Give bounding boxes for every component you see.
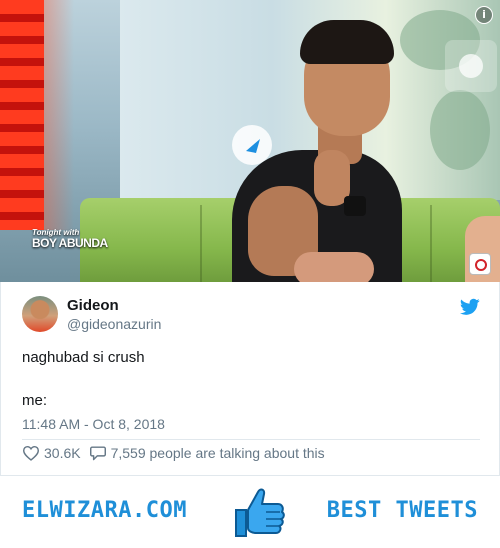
person-hair <box>300 20 394 64</box>
user-name[interactable]: Gideon <box>67 297 119 314</box>
footer-tagline: BEST TWEETS <box>326 498 478 523</box>
like-count: 30.6K <box>44 445 81 461</box>
like-button[interactable]: 30.6K <box>22 445 81 461</box>
avatar[interactable] <box>22 296 58 332</box>
tweet-timestamp[interactable]: 11:48 AM - Oct 8, 2018 <box>22 416 165 432</box>
talking-text: 7,559 people are talking about this <box>110 445 325 461</box>
tweet-media-image[interactable]: i Tonight with BOY ABUNDA <box>0 0 500 282</box>
thumbs-up-icon <box>235 488 285 537</box>
divider <box>22 439 480 440</box>
wristwatch <box>344 196 366 216</box>
tweet-card: Gideon @gideonazurin naghubad si crush m… <box>0 282 500 475</box>
translucent-button <box>445 40 497 92</box>
footer-site-name[interactable]: ELWIZARA.COM <box>22 498 187 523</box>
sofa-seam <box>200 205 202 282</box>
tweet-actions: 30.6K 7,559 people are talking about thi… <box>22 443 333 463</box>
sofa-seam <box>430 205 432 282</box>
other-person-hand <box>294 252 374 282</box>
tweet-text-line2: me: <box>22 392 48 409</box>
user-handle[interactable]: @gideonazurin <box>67 316 161 332</box>
heart-icon <box>22 445 40 461</box>
red-light-pillar <box>0 0 44 230</box>
show-logo-line2: BOY ABUNDA <box>32 236 108 250</box>
background-foliage <box>430 90 490 170</box>
comment-icon <box>89 446 106 461</box>
info-icon[interactable]: i <box>475 6 493 24</box>
footer-banner: ELWIZARA.COM BEST TWEETS <box>0 475 500 548</box>
twitter-bird-icon[interactable] <box>460 298 480 316</box>
red-light-glow <box>44 0 74 230</box>
network-logo-icon <box>469 253 491 275</box>
play-icon[interactable] <box>232 125 272 165</box>
show-logo: Tonight with BOY ABUNDA <box>32 228 108 250</box>
talking-link[interactable]: 7,559 people are talking about this <box>89 445 325 461</box>
tweet-text: naghubad si crush <box>22 349 145 366</box>
